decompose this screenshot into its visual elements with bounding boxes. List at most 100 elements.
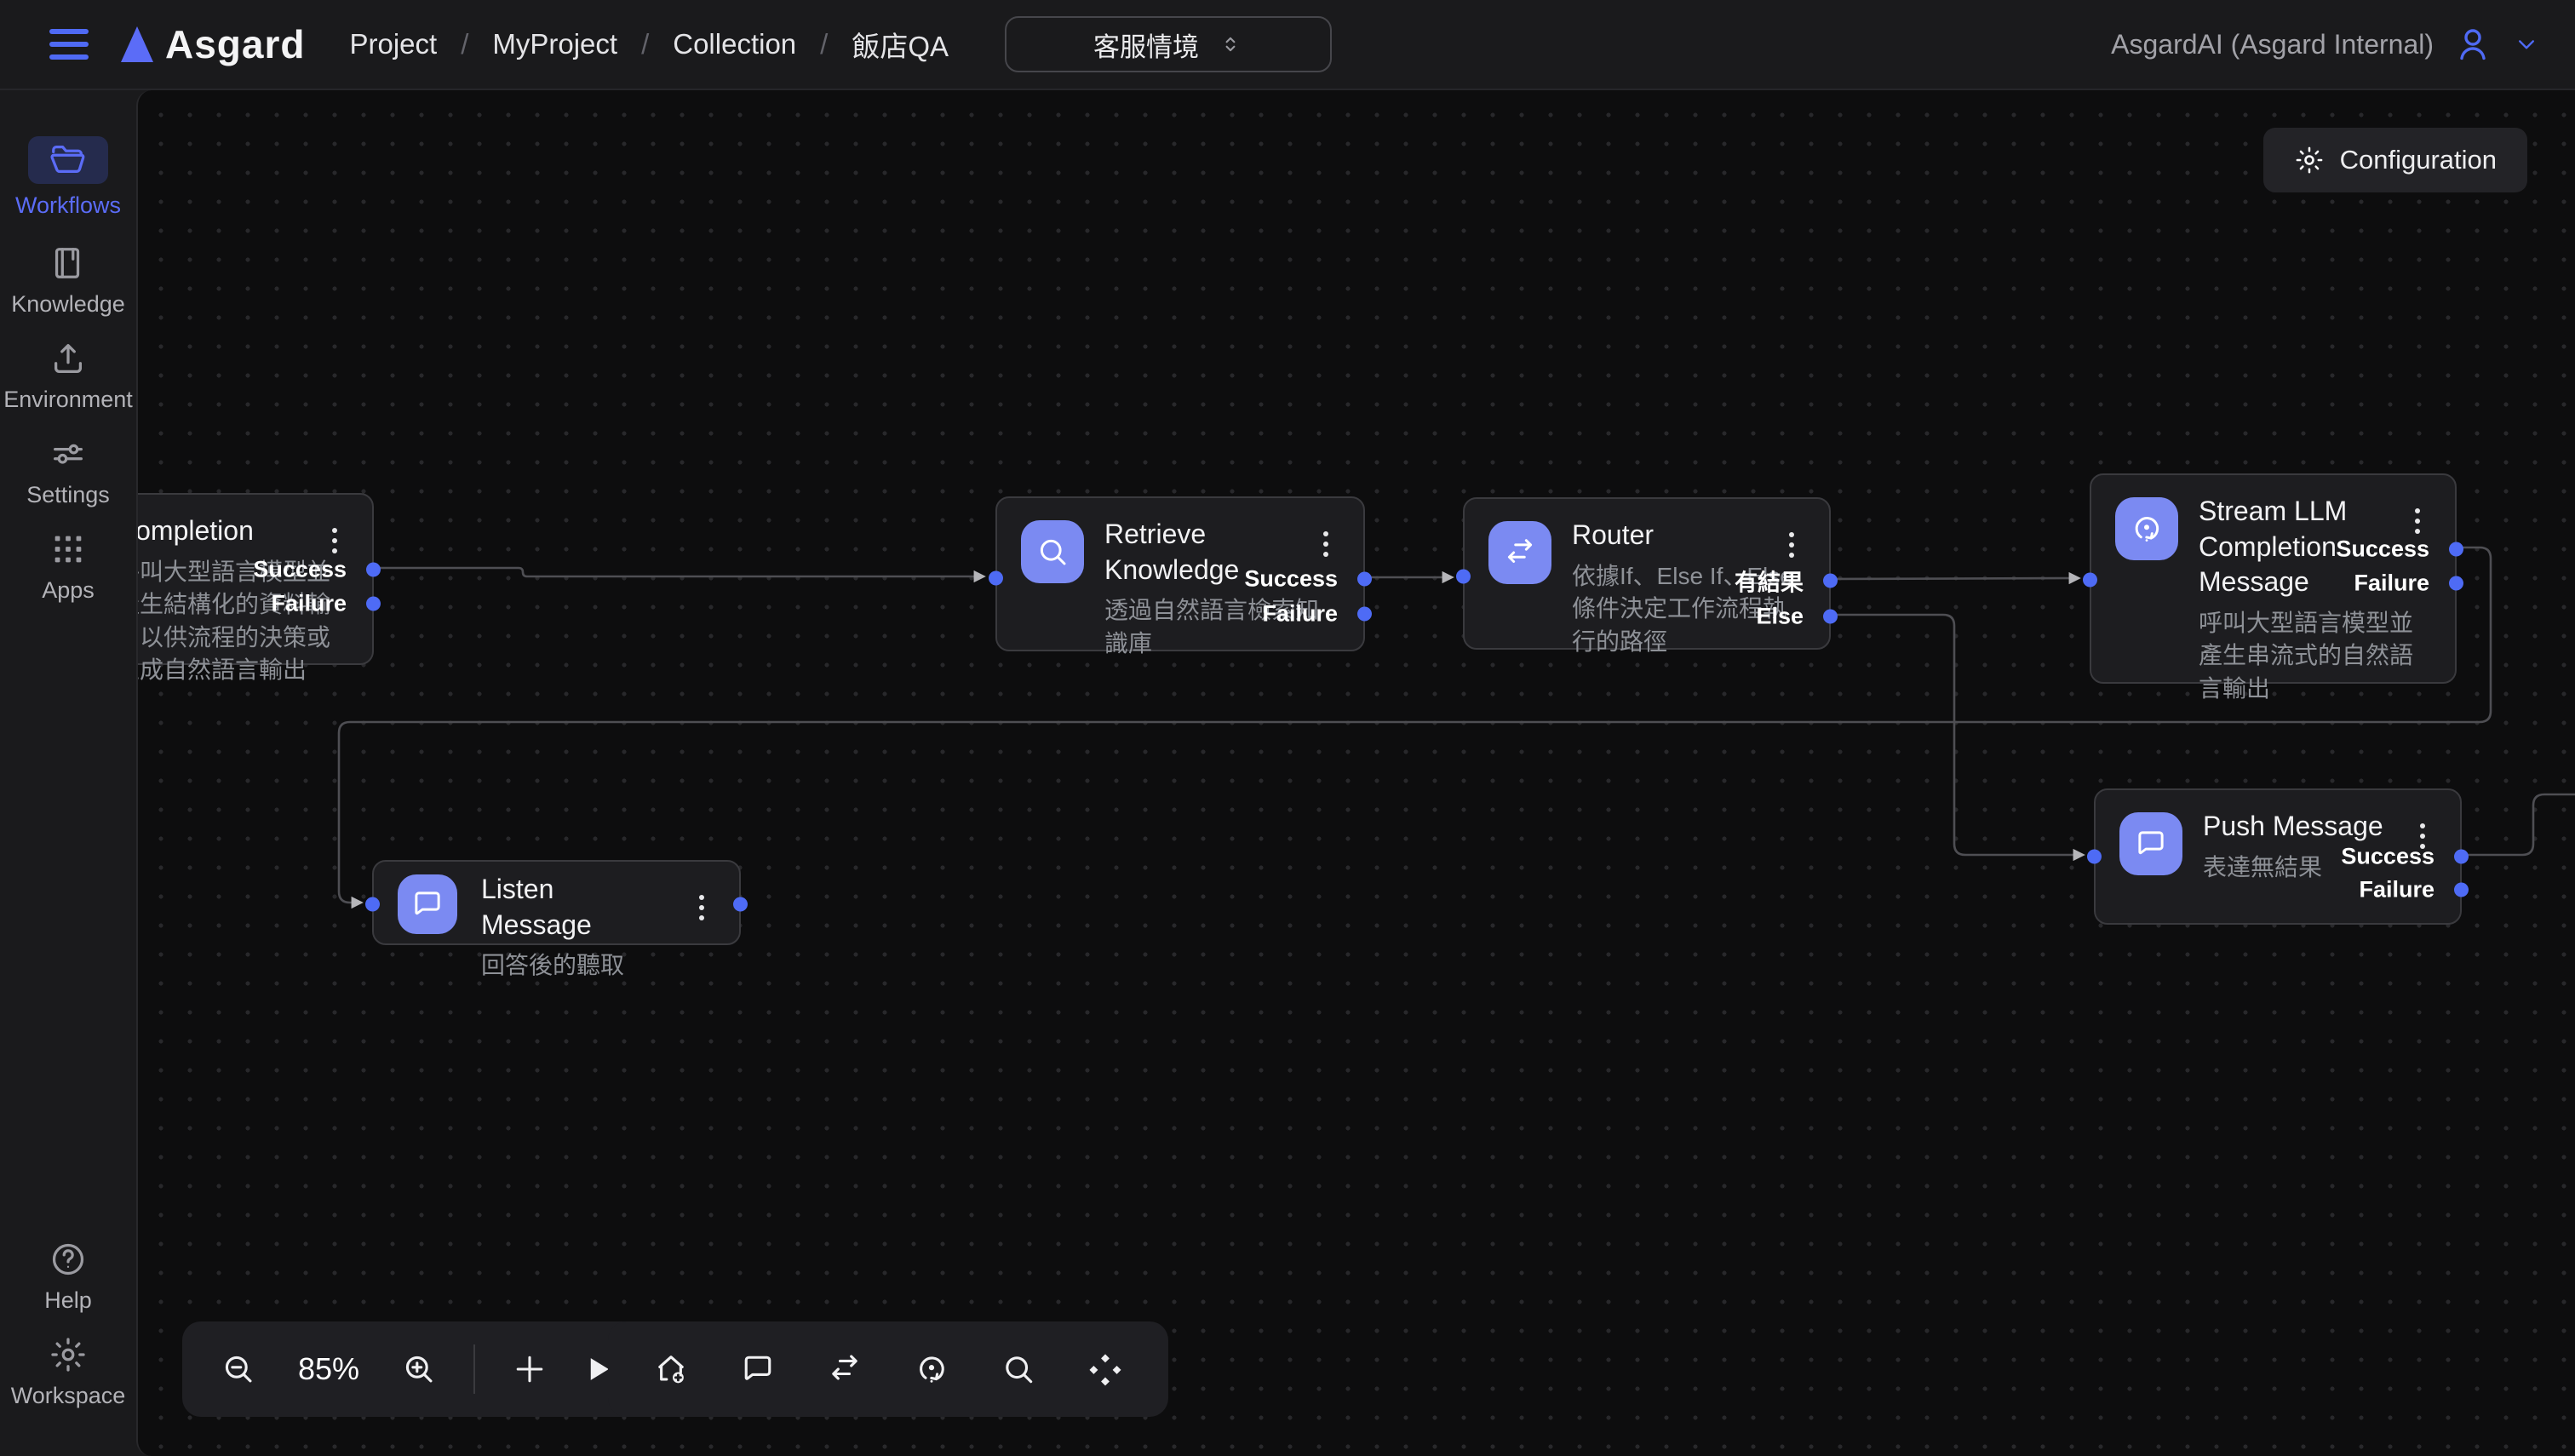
port-label-success: Success xyxy=(253,557,347,583)
workflow-node-retrieve-knowledge[interactable]: Retrieve Knowledge 透過自然語言檢索知識庫 Success F… xyxy=(995,496,1365,651)
workflow-node-router[interactable]: Router 依據If、Else If、Else條件決定工作流程執行的路徑 有結… xyxy=(1463,497,1831,650)
zoom-toolbar: 85% xyxy=(182,1321,654,1417)
environment-select-value: 客服情境 xyxy=(1093,26,1199,64)
workflow-canvas[interactable]: Completion 呼叫大型語言模型並產生結構化的資料輸出以供流程的決策或生成… xyxy=(136,90,2575,1456)
brand[interactable]: Asgard xyxy=(121,21,305,67)
output-port-failure[interactable] xyxy=(366,597,381,611)
output-port-success[interactable] xyxy=(2449,542,2463,557)
output-port-success[interactable] xyxy=(2454,850,2469,864)
sidebar-item-environment[interactable]: Environment xyxy=(0,339,136,413)
upload-icon xyxy=(49,339,88,378)
add-home-icon[interactable] xyxy=(652,1350,690,1388)
sidebar-item-workspace[interactable]: Workspace xyxy=(0,1335,136,1409)
breadcrumb-project[interactable]: Project xyxy=(349,28,437,60)
node-title: Push Message xyxy=(2203,809,2438,845)
input-port[interactable] xyxy=(989,571,1003,586)
workflow-node-stream-llm[interactable]: Stream LLM Completion Message 呼叫大型語言模型並產… xyxy=(2090,473,2457,684)
port-label-success: Success xyxy=(2341,844,2434,870)
node-menu-button[interactable] xyxy=(319,520,350,561)
input-port[interactable] xyxy=(365,897,380,912)
workflow-node-completion[interactable]: Completion 呼叫大型語言模型並產生結構化的資料輸出以供流程的決策或生成… xyxy=(136,493,374,665)
node-title: Completion xyxy=(136,513,350,549)
search-icon xyxy=(1021,520,1084,583)
port-label-success: Success xyxy=(1244,566,1338,593)
sidebar-item-workflows[interactable]: Workflows xyxy=(0,136,136,219)
chat-bubble-icon xyxy=(398,874,457,934)
breadcrumb-collection[interactable]: Collection xyxy=(673,28,796,60)
move-diamonds-icon[interactable] xyxy=(1087,1350,1124,1388)
configuration-button[interactable]: Configuration xyxy=(2263,128,2527,192)
node-title: Listen Message xyxy=(481,872,717,943)
sliders-icon xyxy=(49,434,88,473)
asgard-logo-icon xyxy=(121,26,153,62)
sidebar-item-label: Help xyxy=(44,1287,92,1314)
edge-push-message.Success-to-offscreen-right[interactable] xyxy=(2462,794,2575,855)
node-menu-button[interactable] xyxy=(1310,524,1341,565)
top-navbar: Asgard Project / MyProject / Collection … xyxy=(0,0,2575,90)
port-label-success: Success xyxy=(2336,536,2429,563)
edge-router.Else-to-push-message.input[interactable] xyxy=(1832,615,2083,855)
search-icon[interactable] xyxy=(1000,1350,1037,1388)
sidebar-item-label: Workspace xyxy=(11,1383,126,1409)
port-label-failure: Failure xyxy=(2359,877,2434,903)
folder-icon xyxy=(28,136,108,184)
output-port-success[interactable] xyxy=(1357,572,1372,587)
output-port-failure[interactable] xyxy=(2454,883,2469,897)
user-avatar-icon[interactable] xyxy=(2452,24,2493,65)
asgard-workflow-editor: Asgard Project / MyProject / Collection … xyxy=(0,0,2575,1456)
apps-grid-icon xyxy=(49,530,88,569)
book-icon xyxy=(49,244,88,283)
breadcrumb-separator: / xyxy=(820,28,828,60)
edge-completion.Success-to-retrieve-knowledge.input[interactable] xyxy=(374,568,984,576)
output-port-else[interactable] xyxy=(1823,610,1838,624)
sidebar-item-knowledge[interactable]: Knowledge xyxy=(0,244,136,318)
breadcrumb-workflow[interactable]: 飯店QA xyxy=(852,24,949,65)
sidebar-item-label: Apps xyxy=(42,577,95,604)
workflow-node-push-message[interactable]: Push Message 表達無結果 Success Failure xyxy=(2094,788,2462,925)
sidebar-item-settings[interactable]: Settings xyxy=(0,434,136,508)
router-icon[interactable] xyxy=(826,1350,863,1388)
port-label-else: Else xyxy=(1756,604,1804,630)
zoom-in-icon[interactable] xyxy=(400,1350,438,1388)
node-description: 回答後的聽取 xyxy=(481,949,717,983)
message-icon[interactable] xyxy=(739,1350,777,1388)
node-menu-button[interactable] xyxy=(1776,525,1807,565)
select-updown-icon xyxy=(1218,32,1243,57)
port-label-result: 有結果 xyxy=(1735,565,1804,598)
port-label-failure: Failure xyxy=(2354,570,2429,597)
output-port-result[interactable] xyxy=(1823,574,1838,588)
stream-broadcast-icon xyxy=(2115,497,2178,560)
sidebar-item-label: Workflows xyxy=(15,192,121,219)
stream-icon[interactable] xyxy=(913,1350,950,1388)
workflow-edges xyxy=(138,90,2575,1456)
zoom-level: 85% xyxy=(288,1351,370,1387)
sidebar-item-help[interactable]: Help xyxy=(0,1240,136,1314)
account-chevron-down-icon[interactable] xyxy=(2512,30,2541,59)
add-node-button[interactable] xyxy=(511,1350,548,1388)
output-port-success[interactable] xyxy=(366,563,381,577)
sidebar-item-label: Settings xyxy=(26,482,110,508)
environment-select[interactable]: 客服情境 xyxy=(1005,16,1332,72)
hamburger-menu-icon[interactable] xyxy=(49,29,89,60)
brand-name: Asgard xyxy=(165,21,305,67)
breadcrumb-myproject[interactable]: MyProject xyxy=(492,28,617,60)
input-port[interactable] xyxy=(2083,573,2097,588)
node-description: 呼叫大型語言模型並產生串流式的自然語言輸出 xyxy=(2199,607,2433,706)
breadcrumb-separator: / xyxy=(461,28,468,60)
help-icon xyxy=(49,1240,88,1279)
zoom-out-icon[interactable] xyxy=(220,1350,257,1388)
workflow-node-listen-message[interactable]: Listen Message 回答後的聽取 xyxy=(372,860,741,945)
configuration-label: Configuration xyxy=(2340,145,2497,175)
output-port-failure[interactable] xyxy=(2449,576,2463,591)
toolbar-divider xyxy=(473,1344,475,1394)
input-port[interactable] xyxy=(2087,850,2102,864)
edge-router.有結果-to-stream-llm.input[interactable] xyxy=(1832,578,2079,579)
output-port-failure[interactable] xyxy=(1357,607,1372,622)
input-port[interactable] xyxy=(1456,570,1471,584)
sidebar-item-label: Environment xyxy=(3,387,133,413)
node-menu-button[interactable] xyxy=(686,887,717,928)
breadcrumb-separator: / xyxy=(641,28,649,60)
sidebar-item-apps[interactable]: Apps xyxy=(0,530,136,604)
output-port[interactable] xyxy=(733,897,748,912)
port-label-failure: Failure xyxy=(271,591,347,617)
